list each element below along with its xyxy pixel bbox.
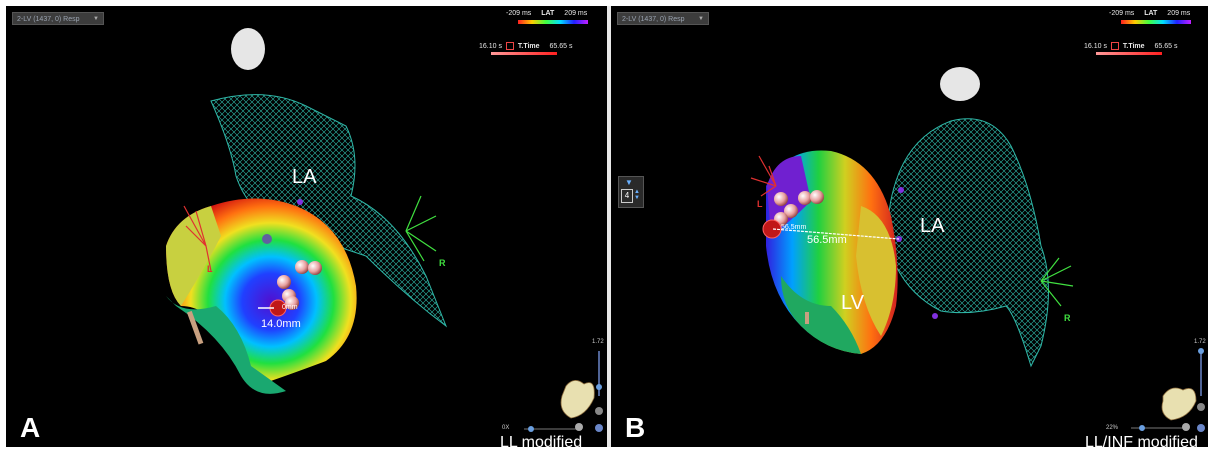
map-view-panel-b[interactable]: 2-LV (1437, 0) Resp ▼ -209 ms LAT 209 ms…: [611, 6, 1208, 447]
panel-letter: A: [20, 412, 41, 443]
measure-small-label: 0mm: [282, 304, 298, 311]
measure-label: 56.5mm: [807, 234, 847, 246]
map-point: [898, 187, 904, 193]
reset-view-icon[interactable]: [595, 424, 603, 432]
ablation-point: [277, 275, 291, 289]
rotate-view-icon[interactable]: [595, 407, 603, 415]
reset-view-icon[interactable]: [1197, 424, 1205, 432]
map-view-panel-a[interactable]: 2-LV (1437, 0) Resp ▼ -209 ms LAT 209 ms…: [6, 6, 607, 447]
reference-marker-ellipse: [940, 67, 980, 101]
axis-l-label: L: [207, 264, 213, 274]
view-caption: LL/INF modified: [1085, 434, 1198, 447]
zoom-slider-handle[interactable]: [1198, 348, 1204, 354]
view-control-icon[interactable]: [575, 423, 583, 431]
axis-r-label: R: [439, 258, 446, 268]
map-point: [262, 234, 272, 244]
orientation-heart-icon[interactable]: [1161, 387, 1197, 421]
zoom-slider-handle[interactable]: [596, 384, 602, 390]
anatomy-3d-render[interactable]: [6, 6, 607, 447]
axis-r-label: R: [1064, 313, 1071, 323]
rotate-view-icon[interactable]: [1197, 403, 1205, 411]
measure-label: 14.0mm: [261, 318, 301, 330]
la-mesh: [888, 118, 1049, 368]
ablation-point: [308, 261, 322, 275]
orientation-heart-icon[interactable]: [560, 380, 595, 419]
ablation-point: [295, 260, 309, 274]
zoom-percent-label: 22%: [1106, 425, 1119, 431]
zoom-value-label: 1.72: [1194, 339, 1206, 345]
zoom-value-label: 1.72: [592, 339, 604, 345]
measure-small-label: 56.5mm: [781, 224, 807, 231]
zoom-percent-label: 0X: [502, 425, 510, 431]
view-control-icon[interactable]: [1182, 423, 1190, 431]
ablation-point: [774, 192, 788, 206]
chamber-label-lv: LV: [841, 292, 864, 314]
catheter-shaft: [805, 312, 809, 324]
map-point: [932, 313, 938, 319]
view-caption: LL modified: [500, 434, 583, 447]
chamber-label-la: LA: [292, 166, 317, 188]
ablation-point: [810, 190, 824, 204]
panel-letter: B: [625, 412, 646, 443]
reference-marker-ellipse: [231, 28, 265, 70]
chamber-label-la: LA: [920, 215, 945, 237]
transparency-slider-handle[interactable]: [528, 426, 534, 432]
transparency-slider-handle[interactable]: [1139, 425, 1145, 431]
ablation-point: [798, 191, 812, 205]
anatomy-3d-render[interactable]: [611, 6, 1208, 447]
map-point: [297, 199, 303, 205]
axis-l-label: L: [757, 199, 763, 209]
